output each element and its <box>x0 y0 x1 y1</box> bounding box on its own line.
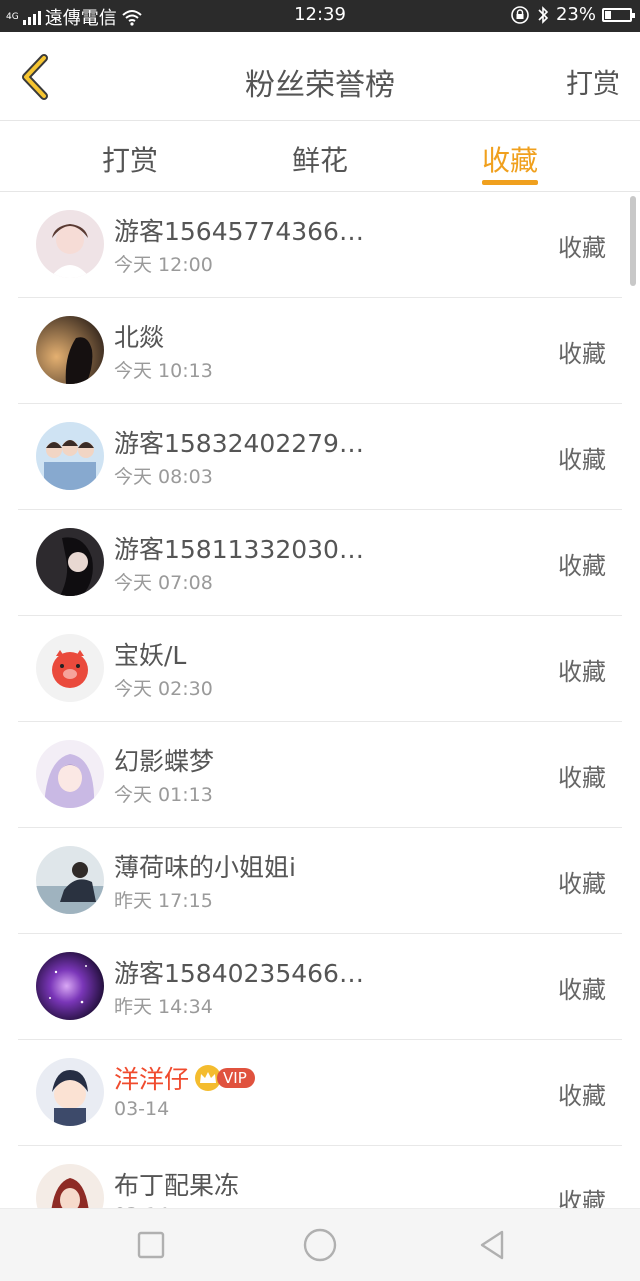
user-name: 游客15645774366… <box>114 217 364 246</box>
avatar[interactable] <box>36 740 104 808</box>
tab-favorites[interactable]: 收藏 <box>450 139 570 179</box>
active-tab-indicator <box>482 180 538 185</box>
system-nav-bar <box>0 1208 640 1281</box>
fan-list: 游客15645774366… 今天 12:00 收藏 北燚 今天 10:13 收… <box>0 192 640 1208</box>
user-name: 游客15832402279… <box>114 429 364 458</box>
status-right: 23% <box>510 4 635 25</box>
list-item[interactable]: 游客15840235466… 昨天 14:34 收藏 <box>18 934 622 1040</box>
avatar[interactable] <box>36 422 104 490</box>
tab-tip[interactable]: 打赏 <box>70 139 190 179</box>
avatar[interactable] <box>36 634 104 702</box>
list-item[interactable]: 北燚 今天 10:13 收藏 <box>18 298 622 404</box>
triangle-back-icon[interactable] <box>474 1227 510 1263</box>
action-label: 收藏 <box>558 976 606 1004</box>
favorite-time: 今天 12:00 <box>114 254 213 276</box>
favorite-time: 昨天 17:15 <box>114 890 213 912</box>
avatar[interactable] <box>36 952 104 1020</box>
circle-icon[interactable] <box>300 1225 340 1265</box>
rotation-lock-icon <box>511 5 529 24</box>
action-label: 收藏 <box>558 1082 606 1110</box>
tab-flowers[interactable]: 鲜花 <box>260 139 380 179</box>
action-label: 收藏 <box>558 446 606 474</box>
scrollbar[interactable] <box>630 196 636 286</box>
action-label: 收藏 <box>558 340 606 368</box>
favorite-time: 03-14 <box>114 1098 170 1120</box>
action-label: 收藏 <box>558 658 606 686</box>
favorite-time: 今天 10:13 <box>114 360 213 382</box>
tip-button[interactable]: 打赏 <box>566 62 620 101</box>
avatar[interactable] <box>36 846 104 914</box>
list-item[interactable]: 幻影蝶梦 今天 01:13 收藏 <box>18 722 622 828</box>
user-name: 洋洋仔 VIP <box>114 1060 255 1096</box>
header: 粉丝荣誉榜 打赏 <box>0 32 640 121</box>
bluetooth-icon <box>538 5 549 24</box>
list-item[interactable]: 洋洋仔 VIP 03-14 收藏 <box>18 1040 622 1146</box>
list-item[interactable]: 游客15832402279… 今天 08:03 收藏 <box>18 404 622 510</box>
user-name: 游客15840235466… <box>114 959 364 988</box>
avatar[interactable] <box>36 528 104 596</box>
vip-user-name: 洋洋仔 <box>114 1065 190 1094</box>
avatar[interactable] <box>36 1164 104 1208</box>
favorite-time: 今天 02:30 <box>114 678 213 700</box>
favorite-time: 今天 08:03 <box>114 466 213 488</box>
status-bar: 4G 遠傳電信 12:39 23% <box>0 0 640 32</box>
favorite-time: 今天 01:13 <box>114 784 213 806</box>
user-name: 布丁配果冻 <box>114 1171 240 1200</box>
tab-bar: 打赏 鲜花 收藏 <box>0 121 640 192</box>
list-item[interactable]: 布丁配果冻 03-14 收藏 <box>18 1146 622 1208</box>
avatar[interactable] <box>36 1058 104 1126</box>
list-item[interactable]: 游客15811332030… 今天 07:08 收藏 <box>18 510 622 616</box>
action-label: 收藏 <box>558 552 606 580</box>
action-label: 收藏 <box>558 1188 606 1208</box>
action-label: 收藏 <box>558 870 606 898</box>
user-name: 薄荷味的小姐姐i <box>114 853 296 882</box>
avatar[interactable] <box>36 210 104 278</box>
favorite-time: 昨天 14:34 <box>114 996 213 1018</box>
list-item[interactable]: 宝妖/L 今天 02:30 收藏 <box>18 616 622 722</box>
vip-badge: VIP <box>217 1068 255 1088</box>
user-name: 北燚 <box>114 323 165 352</box>
action-label: 收藏 <box>558 764 606 792</box>
battery-icon <box>602 7 635 22</box>
avatar[interactable] <box>36 316 104 384</box>
battery-percent: 23% <box>555 4 596 25</box>
user-name: 宝妖/L <box>114 641 187 670</box>
user-name: 幻影蝶梦 <box>114 747 215 776</box>
battery-fill <box>605 10 611 19</box>
square-icon[interactable] <box>133 1227 169 1263</box>
action-label: 收藏 <box>558 234 606 262</box>
favorite-time: 今天 07:08 <box>114 572 213 594</box>
page-title: 粉丝荣誉榜 <box>245 68 395 103</box>
list-item[interactable]: 游客15645774366… 今天 12:00 收藏 <box>18 192 622 298</box>
user-name: 游客15811332030… <box>114 535 364 564</box>
list-item[interactable]: 薄荷味的小姐姐i 昨天 17:15 收藏 <box>18 828 622 934</box>
